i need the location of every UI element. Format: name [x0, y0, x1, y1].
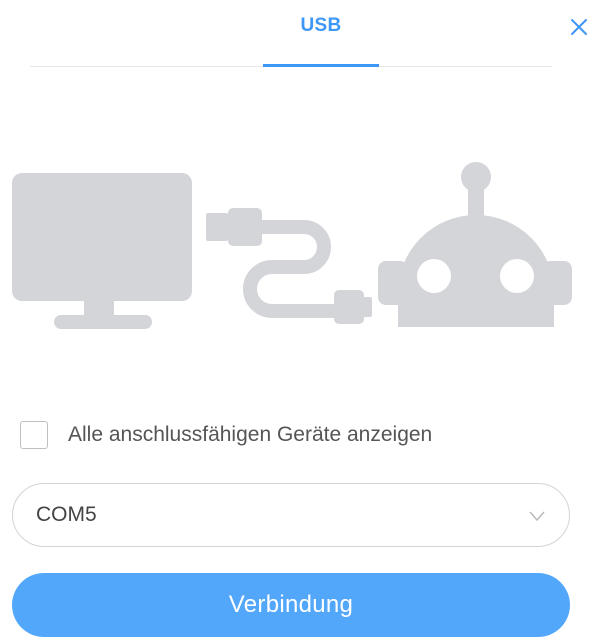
- close-icon: [570, 18, 588, 41]
- connect-button-label: Verbindung: [228, 591, 354, 618]
- show-all-devices-checkbox[interactable]: [20, 421, 48, 449]
- tab-usb[interactable]: USB: [263, 0, 379, 67]
- computer-monitor-icon: [12, 173, 192, 329]
- close-button[interactable]: [567, 15, 591, 43]
- connect-button[interactable]: Verbindung: [12, 573, 570, 637]
- tab-bar: USB: [30, 0, 552, 67]
- chevron-down-icon: [527, 506, 547, 526]
- robot-head-icon: [378, 162, 572, 327]
- tab-usb-label: USB: [300, 15, 342, 36]
- port-select[interactable]: COM5: [12, 483, 570, 547]
- usb-cable-icon: [206, 208, 372, 324]
- show-all-devices-label: Alle anschlussfähigen Geräte anzeigen: [68, 423, 433, 446]
- show-all-devices-option[interactable]: Alle anschlussfähigen Geräte anzeigen: [20, 419, 432, 451]
- port-select-value: COM5: [36, 503, 97, 526]
- usb-connection-illustration: [0, 155, 592, 345]
- active-tab-indicator: [263, 64, 379, 67]
